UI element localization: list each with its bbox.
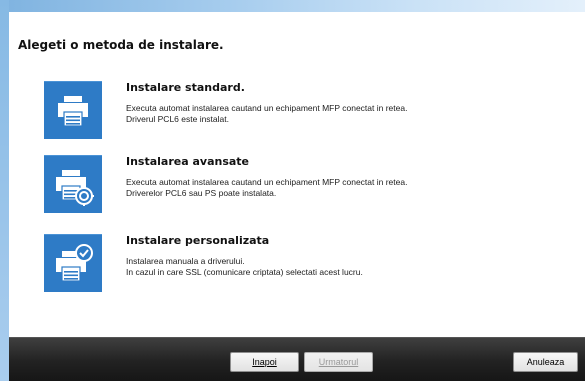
option-description-line: Driverelor PCL6 sau PS poate instalata. [126,188,277,198]
back-button-label: Inapoi [252,357,277,367]
option-title: Instalare standard. [126,81,245,94]
cancel-button[interactable]: Anuleaza [513,352,578,372]
option-description-line: Executa automat instalarea cautand un ec… [126,103,408,113]
option-tile[interactable] [44,81,102,139]
option-title: Instalarea avansate [126,155,250,168]
button-bar: Inapoi Urmatorul Anuleaza [9,337,585,381]
option-description-line: In cazul in care SSL (comunicare criptat… [126,267,363,277]
page-heading: Alegeti o metoda de instalare. [18,38,224,52]
option-tile[interactable] [44,234,102,292]
printer-gear-icon [56,170,94,206]
option-description-line: Executa automat instalarea cautand un ec… [126,177,408,187]
option-description: Executa automat instalarea cautand un ec… [126,177,407,199]
option-title: Instalare personalizata [126,234,270,247]
option-description-line: Instalarea manuala a driverului. [126,256,245,266]
option-custom-install[interactable]: Instalare personalizata Instalarea manua… [44,234,564,294]
back-button[interactable]: Inapoi [230,352,299,372]
option-advanced-install[interactable]: Instalarea avansate Executa automat inst… [44,155,564,215]
option-tile[interactable] [44,155,102,213]
option-description: Instalarea manuala a driverului. In cazu… [126,256,363,278]
printer-icon [58,96,88,127]
next-button-label: Urmatorul [318,357,359,367]
option-standard-install[interactable]: Instalare standard. Executa automat inst… [44,81,564,141]
cancel-button-label: Anuleaza [526,357,565,367]
next-button[interactable]: Urmatorul [304,352,373,372]
window-frame-left [0,0,9,381]
printer-check-icon [56,244,93,282]
option-description-line: Driverul PCL6 este instalat. [126,114,229,124]
option-description: Executa automat instalarea cautand un ec… [126,103,407,125]
